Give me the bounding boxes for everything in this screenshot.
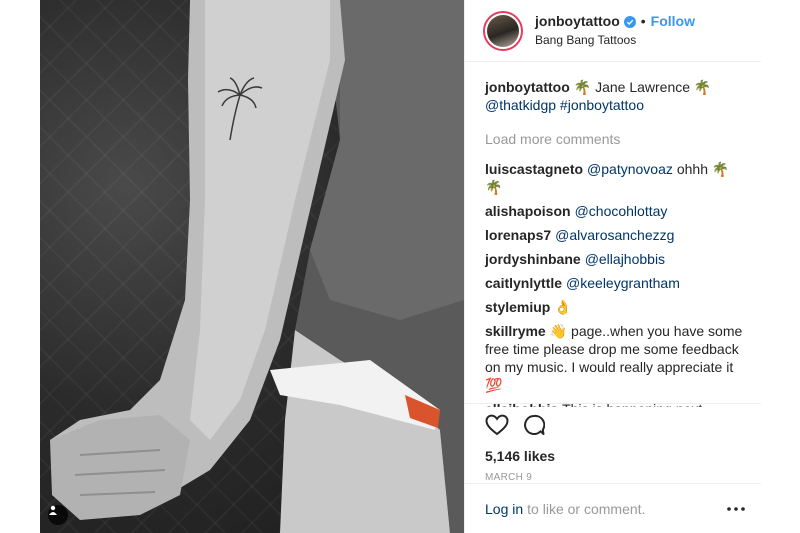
comment-mention[interactable]: @ellajhobbis [585, 251, 665, 267]
caption-text: 🌴 Jane Lawrence 🌴 [573, 79, 712, 95]
like-button[interactable] [485, 414, 509, 441]
comment-row: skillryme 👋 page..when you have some free… [485, 322, 743, 394]
post-date[interactable]: MARCH 9 [485, 472, 745, 483]
verified-badge-icon [623, 16, 636, 28]
comment-username[interactable]: alishapoison [485, 203, 571, 219]
comment-text: 👌 [554, 299, 572, 315]
comment-entries: luiscastagneto @patynovoaz ohhh 🌴🌴 alishapo… [485, 160, 743, 407]
heart-icon [485, 414, 509, 435]
comment-button[interactable] [523, 414, 546, 441]
likes-count[interactable]: 5,146 likes [485, 448, 745, 464]
comment-username[interactable]: caitlynlyttle [485, 275, 562, 291]
comments-list: jonboytattoo 🌴 Jane Lawrence 🌴 @thatkidgp… [465, 62, 761, 407]
comment-username[interactable]: stylemiup [485, 299, 550, 315]
comment-mention[interactable]: @keeleygrantham [566, 275, 680, 291]
comment-row: alishapoison @chocohlottay [485, 202, 743, 220]
caption-tags[interactable]: @thatkidgp #jonboytattoo [485, 97, 644, 113]
comment-row: lorenaps7 @alvarosanchezzg [485, 226, 743, 244]
comment-row: caitlynlyttle @keeleygrantham [485, 274, 743, 292]
comment-mention[interactable]: @alvarosanchezzg [555, 227, 674, 243]
post-header: jonboytattoo • Follow Bang Bang Tattoos [465, 0, 761, 62]
separator-dot: • [640, 13, 646, 30]
login-link[interactable]: Log in [485, 501, 523, 517]
photo-illustration [50, 0, 464, 533]
location-link[interactable]: Bang Bang Tattoos [535, 33, 695, 48]
load-more-comments-button[interactable]: Load more comments [485, 130, 743, 148]
follow-button[interactable]: Follow [651, 13, 695, 31]
caption-username[interactable]: jonboytattoo [485, 79, 570, 95]
comment-row: stylemiup 👌 [485, 298, 743, 316]
login-footer: Log in to like or comment. [465, 483, 761, 533]
login-suffix: to like or comment. [527, 500, 646, 517]
comment-username[interactable]: luiscastagneto [485, 161, 583, 177]
user-tag-button[interactable] [48, 505, 68, 525]
comment-row: jordyshinbane @ellajhobbis [485, 250, 743, 268]
user-tag-icon [49, 505, 57, 515]
post-photo[interactable] [40, 0, 464, 533]
comment-row: luiscastagneto @patynovoaz ohhh 🌴🌴 [485, 160, 743, 196]
avatar[interactable] [483, 10, 523, 51]
comment-mention[interactable]: @patynovoaz [587, 161, 673, 177]
header-username[interactable]: jonboytattoo [535, 13, 620, 31]
post-actions: 5,146 likes MARCH 9 [465, 403, 761, 483]
post-side-panel: jonboytattoo • Follow Bang Bang Tattoos … [464, 0, 761, 533]
comment-icon [524, 414, 546, 435]
more-options-button[interactable] [727, 506, 745, 511]
comment-mention[interactable]: @chocohlottay [575, 203, 668, 219]
comment-username[interactable]: skillryme [485, 323, 546, 339]
more-options-icon [727, 506, 745, 511]
caption: jonboytattoo 🌴 Jane Lawrence 🌴 @thatkidgp… [485, 78, 743, 114]
comment-username[interactable]: jordyshinbane [485, 251, 581, 267]
comment-username[interactable]: lorenaps7 [485, 227, 551, 243]
